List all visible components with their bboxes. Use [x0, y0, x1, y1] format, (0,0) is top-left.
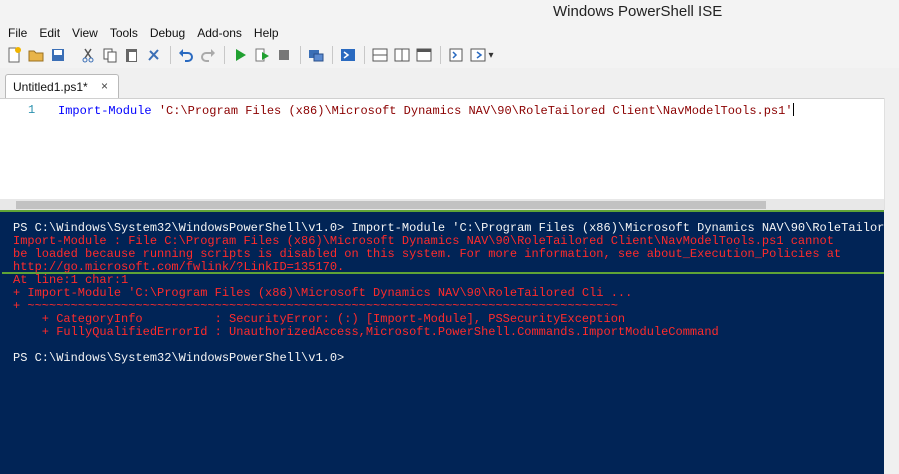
menu-help[interactable]: Help	[250, 26, 283, 40]
addon-icon[interactable]	[468, 45, 488, 65]
run-selection-icon[interactable]	[252, 45, 272, 65]
console-vertical-scrollbar[interactable]	[884, 210, 899, 472]
save-icon[interactable]	[48, 45, 68, 65]
menu-bar: File Edit View Tools Debug Add-ons Help	[0, 24, 899, 42]
line-number: 1	[28, 103, 36, 117]
menu-file[interactable]: File	[4, 26, 31, 40]
powershell-icon[interactable]	[338, 45, 358, 65]
code-string: 'C:\Program Files (x86)\Microsoft Dynami…	[158, 104, 793, 118]
undo-icon[interactable]	[176, 45, 196, 65]
open-icon[interactable]	[26, 45, 46, 65]
editor-vertical-scrollbar[interactable]	[884, 98, 899, 210]
new-icon[interactable]	[4, 45, 24, 65]
commands-icon[interactable]	[446, 45, 466, 65]
tab-label: Untitled1.ps1*	[13, 80, 88, 94]
close-icon[interactable]: ×	[101, 79, 108, 93]
cut-icon[interactable]	[78, 45, 98, 65]
console-pane[interactable]: PS C:\Windows\System32\WindowsPowerShell…	[0, 210, 898, 474]
menu-edit[interactable]: Edit	[35, 26, 64, 40]
code-keyword: Import-Module	[58, 104, 152, 118]
script-editor[interactable]: 1 Import-Module 'C:\Program Files (x86)\…	[0, 98, 899, 211]
menu-view[interactable]: View	[68, 26, 102, 40]
error-line: + FullyQualifiedErrorId : UnauthorizedAc…	[13, 325, 719, 339]
redo-icon[interactable]	[198, 45, 218, 65]
tab-untitled1[interactable]: Untitled1.ps1* ×	[5, 74, 119, 99]
text-caret	[792, 103, 794, 116]
code-line[interactable]: Import-Module 'C:\Program Files (x86)\Mi…	[58, 103, 794, 118]
remote-icon[interactable]	[306, 45, 326, 65]
console-final-prompt: PS C:\Windows\System32\WindowsPowerShell…	[13, 351, 345, 365]
scroll-thumb[interactable]	[16, 201, 766, 209]
menu-debug[interactable]: Debug	[146, 26, 189, 40]
stop-icon[interactable]	[274, 45, 294, 65]
title-bar: Windows PowerShell ISE	[0, 0, 899, 24]
toolbar: ▾	[0, 42, 899, 69]
run-icon[interactable]	[230, 45, 250, 65]
menu-tools[interactable]: Tools	[106, 26, 142, 40]
layout-max-icon[interactable]	[414, 45, 434, 65]
copy-icon[interactable]	[100, 45, 120, 65]
overflow-icon[interactable]: ▾	[486, 45, 496, 65]
layout-right-icon[interactable]	[392, 45, 412, 65]
menu-addons[interactable]: Add-ons	[193, 26, 246, 40]
clear-icon[interactable]	[144, 45, 164, 65]
layout-top-icon[interactable]	[370, 45, 390, 65]
paste-icon[interactable]	[122, 45, 142, 65]
tab-strip: Untitled1.ps1* ×	[0, 68, 899, 99]
window-title: Windows PowerShell ISE	[553, 3, 723, 20]
